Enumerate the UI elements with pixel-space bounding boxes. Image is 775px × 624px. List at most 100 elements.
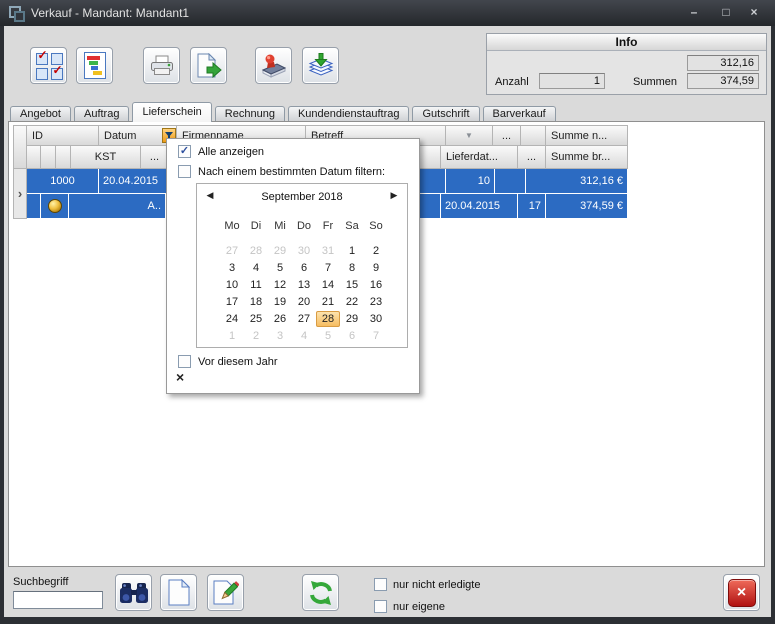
column-header-dropdown[interactable]: ▼ (446, 125, 493, 146)
print-button[interactable] (143, 47, 180, 84)
calendar-day[interactable]: 20 (292, 294, 316, 310)
close-button[interactable]: × (744, 4, 764, 21)
calendar-day[interactable]: 5 (268, 260, 292, 276)
calendar-day[interactable]: 3 (268, 328, 292, 344)
calendar-day[interactable]: 31 (316, 243, 340, 259)
calendar-next-icon[interactable]: ▶ (387, 190, 401, 201)
summe-brutto-value: 374,59 (687, 73, 759, 89)
cell-firmenname[interactable]: A.. (69, 194, 166, 219)
tab-auftrag[interactable]: Auftrag (74, 106, 129, 121)
calendar-day[interactable]: 1 (220, 328, 244, 344)
alle-anzeigen-checkbox[interactable]: ✓ (178, 145, 191, 158)
cell-anzahl-2[interactable]: 17 (518, 194, 546, 219)
nur-nicht-erledigte-checkbox[interactable] (374, 578, 387, 591)
cell-anzahl[interactable]: 10 (446, 169, 495, 194)
column-header-ellipsis-2[interactable]: ... (141, 146, 169, 169)
calendar-day[interactable]: 29 (340, 311, 364, 327)
calendar-day[interactable]: 19 (268, 294, 292, 310)
calendar-day[interactable]: 24 (220, 311, 244, 327)
column-header-id[interactable]: ID (27, 125, 99, 146)
calendar-day[interactable]: 2 (364, 243, 388, 259)
column-header-summe-brutto[interactable]: Summe br... (546, 146, 628, 169)
calendar-day[interactable]: 2 (244, 328, 268, 344)
column-header-lieferdatum[interactable]: Lieferdat... (441, 146, 518, 169)
calendar-day[interactable]: 17 (220, 294, 244, 310)
calendar-day[interactable]: 9 (364, 260, 388, 276)
row-indicator[interactable]: › (13, 169, 27, 219)
stamp-button[interactable] (255, 47, 292, 84)
calendar-day[interactable]: 30 (292, 243, 316, 259)
column-header-summe-netto[interactable]: Summe n... (546, 125, 628, 146)
calendar-day[interactable]: 14 (316, 277, 340, 293)
column-header-ellipsis-3[interactable]: ... (518, 146, 546, 169)
popup-close-icon[interactable]: × (176, 370, 184, 384)
datum-filtern-checkbox[interactable] (178, 165, 191, 178)
calendar-day[interactable]: 16 (364, 277, 388, 293)
subheader-cell[interactable] (56, 146, 71, 169)
tab-lieferschein[interactable]: Lieferschein (132, 102, 211, 122)
nur-eigene-checkbox[interactable] (374, 600, 387, 613)
calendar-day-selected[interactable]: 28 (316, 311, 340, 327)
close-window-button[interactable]: × (723, 574, 760, 611)
search-input[interactable] (13, 591, 103, 609)
batch-button[interactable] (302, 47, 339, 84)
calendar-day[interactable]: 11 (244, 277, 268, 293)
calendar-day[interactable]: 18 (244, 294, 268, 310)
calendar-day[interactable]: 13 (292, 277, 316, 293)
calendar-day[interactable]: 15 (340, 277, 364, 293)
cell-summe-brutto[interactable]: 374,59 € (546, 194, 628, 219)
minimize-button[interactable]: – (684, 4, 704, 21)
column-header-blank[interactable] (521, 125, 546, 146)
calendar-day[interactable]: 10 (220, 277, 244, 293)
column-header-datum-label: Datum (104, 130, 136, 142)
tab-angebot[interactable]: Angebot (10, 106, 71, 121)
calendar-day[interactable]: 6 (292, 260, 316, 276)
column-header-ellipsis-1[interactable]: ... (493, 125, 521, 146)
cell-blank[interactable] (27, 194, 41, 219)
calendar-day[interactable]: 25 (244, 311, 268, 327)
tab-rechnung[interactable]: Rechnung (215, 106, 285, 121)
calendar-day[interactable]: 4 (292, 328, 316, 344)
calendar-day[interactable]: 27 (292, 311, 316, 327)
vor-diesem-jahr-checkbox[interactable] (178, 355, 191, 368)
calendar-day[interactable]: 29 (268, 243, 292, 259)
calendar-day[interactable]: 26 (268, 311, 292, 327)
cell-summe-netto[interactable]: 312,16 € (526, 169, 628, 194)
calendar-day[interactable]: 27 (220, 243, 244, 259)
calendar-day[interactable]: 12 (268, 277, 292, 293)
tab-kundendienstauftrag[interactable]: Kundendienstauftrag (288, 106, 410, 121)
overview-button[interactable] (76, 47, 113, 84)
calendar-day[interactable]: 22 (340, 294, 364, 310)
calendar-day[interactable]: 28 (244, 243, 268, 259)
new-document-button[interactable] (160, 574, 197, 611)
refresh-button[interactable] (302, 574, 339, 611)
calendar-day[interactable]: 6 (340, 328, 364, 344)
cell-id[interactable]: 1000 (27, 169, 99, 194)
cell-lieferdatum[interactable]: 20.04.2015 (441, 194, 518, 219)
cell-blank[interactable] (495, 169, 526, 194)
calendar-day[interactable]: 7 (316, 260, 340, 276)
tab-gutschrift[interactable]: Gutschrift (412, 106, 479, 121)
calendar-day[interactable]: 7 (364, 328, 388, 344)
edit-button[interactable] (207, 574, 244, 611)
select-documents-button[interactable]: ✓✓ (30, 47, 67, 84)
export-button[interactable] (190, 47, 227, 84)
calendar-day[interactable]: 1 (340, 243, 364, 259)
cell-record-icon[interactable] (41, 194, 69, 219)
header-corner-cell (13, 125, 27, 169)
calendar-day[interactable]: 30 (364, 311, 388, 327)
subheader-cell[interactable] (27, 146, 41, 169)
calendar-day[interactable]: 5 (316, 328, 340, 344)
tab-barverkauf[interactable]: Barverkauf (483, 106, 556, 121)
search-button[interactable] (115, 574, 152, 611)
calendar-day[interactable]: 23 (364, 294, 388, 310)
subheader-cell[interactable] (41, 146, 56, 169)
calendar-day[interactable]: 4 (244, 260, 268, 276)
calendar-day[interactable]: 3 (220, 260, 244, 276)
weekday-label: So (364, 220, 388, 232)
calendar-day[interactable]: 8 (340, 260, 364, 276)
anzahl-label: Anzahl (495, 76, 529, 88)
column-header-kst[interactable]: KST (71, 146, 141, 169)
maximize-button[interactable]: □ (716, 4, 736, 21)
calendar-day[interactable]: 21 (316, 294, 340, 310)
